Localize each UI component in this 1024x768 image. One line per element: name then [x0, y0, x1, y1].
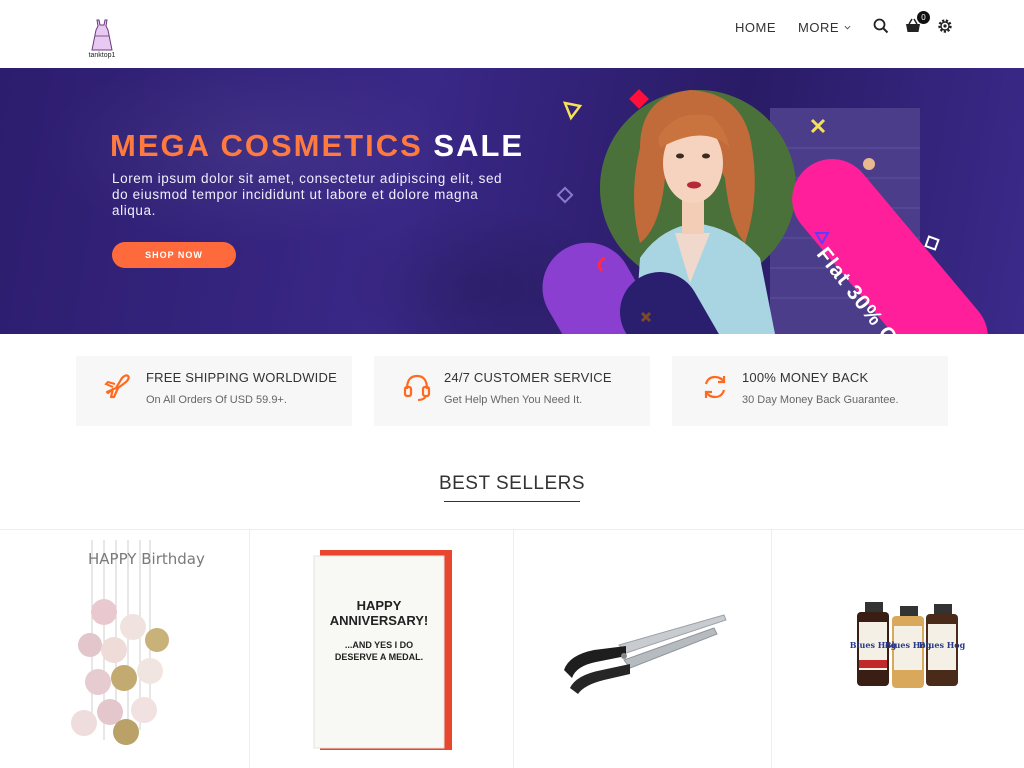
card-line-2: ANNIVERSARY! [330, 613, 428, 628]
cart-count-badge: 0 [917, 11, 930, 24]
settings-button[interactable] [936, 17, 954, 35]
feature-shipping: FREE SHIPPING WORLDWIDE On All Orders Of… [76, 356, 352, 426]
airplane-icon [104, 374, 130, 399]
hero-description: Lorem ipsum dolor sit amet, consectetur … [112, 171, 503, 218]
hero-title-sale: SALE [433, 128, 525, 163]
card-line-3: ...AND YES I DO [345, 640, 413, 650]
nav-more-label: MORE [798, 20, 839, 35]
feature-subtitle: Get Help When You Need It. [444, 394, 583, 406]
product-grid: HAPPY Birthday HAPPY ANNIVERSARY! ...AND… [0, 530, 1024, 768]
features-bar: FREE SHIPPING WORLDWIDE On All Orders Of… [76, 356, 948, 426]
logo[interactable]: tanktop1 [84, 18, 120, 62]
hero-model-artwork [542, 89, 988, 334]
logo-text: tanktop1 [88, 52, 116, 59]
title-underline [444, 501, 580, 502]
triangle-shape [562, 101, 583, 121]
cart-button[interactable]: 0 [904, 11, 930, 35]
product-card[interactable]: HAPPY ANNIVERSARY! ...AND YES I DO DESER… [250, 530, 514, 768]
card-line-4: DESERVE A MEDAL. [335, 652, 423, 662]
hero-title: MEGA COSMETICS SALE [110, 128, 524, 164]
product-image-shears[interactable] [514, 530, 772, 768]
product-card[interactable]: Blues Hog Blues Hog Blues Hog [772, 530, 1024, 768]
product-card[interactable]: HAPPY Birthday [0, 530, 250, 768]
chevron-down-icon [844, 25, 851, 30]
feature-title: FREE SHIPPING WORLDWIDE [146, 370, 337, 385]
hero-title-main: MEGA COSMETICS [110, 128, 423, 163]
product-image-balloons[interactable]: HAPPY Birthday [0, 530, 250, 768]
feature-support: 24/7 CUSTOMER SERVICE Get Help When You … [374, 356, 650, 426]
feature-money-back: 100% MONEY BACK 30 Day Money Back Guaran… [672, 356, 948, 426]
dress-logo-icon [91, 19, 113, 51]
search-icon [873, 18, 889, 34]
feature-title: 100% MONEY BACK [742, 370, 869, 385]
headset-icon [403, 374, 431, 401]
site-header: tanktop1 HOME MORE 0 [0, 0, 1024, 68]
feature-subtitle: On All Orders Of USD 59.9+. [146, 394, 287, 406]
nav-home[interactable]: HOME [735, 20, 776, 35]
card-line-1: HAPPY [357, 598, 402, 613]
main-nav: HOME MORE [735, 20, 873, 35]
hero-banner: MEGA COSMETICS SALE Lorem ipsum dolor si… [0, 68, 1024, 334]
best-sellers-title: BEST SELLERS [438, 473, 586, 494]
sauce-label: Blues Hog [919, 640, 966, 650]
gear-icon [938, 19, 952, 33]
feature-title: 24/7 CUSTOMER SERVICE [444, 370, 612, 385]
feature-subtitle: 30 Day Money Back Guarantee. [742, 394, 899, 406]
product-image-sauces[interactable]: Blues Hog Blues Hog Blues Hog [772, 530, 1024, 768]
product-card[interactable] [514, 530, 772, 768]
refresh-icon [704, 375, 726, 399]
product-image-card[interactable]: HAPPY ANNIVERSARY! ...AND YES I DO DESER… [250, 530, 514, 768]
nav-more[interactable]: MORE [798, 20, 851, 35]
search-button[interactable] [872, 17, 890, 35]
shop-now-button[interactable]: SHOP NOW [112, 242, 236, 268]
balloon-banner-text: HAPPY Birthday [88, 550, 205, 568]
header-icons: 0 [872, 11, 954, 35]
